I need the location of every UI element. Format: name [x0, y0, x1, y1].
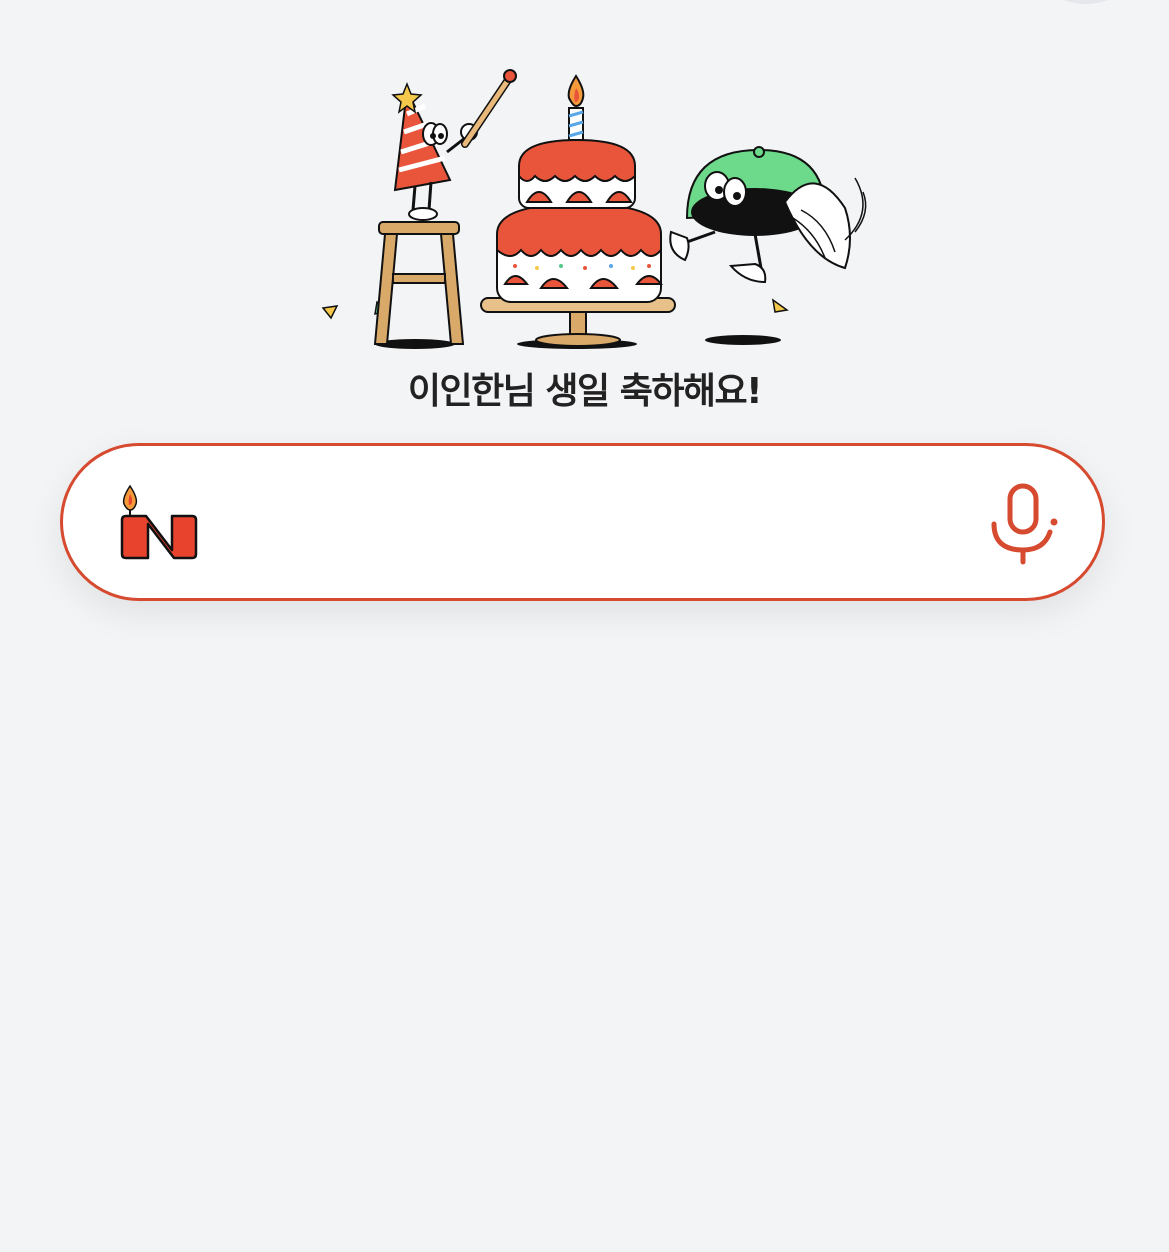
- party-hat-character: [391, 69, 517, 221]
- confetti-yellow-right: [771, 298, 789, 313]
- microphone-icon[interactable]: [988, 482, 1062, 568]
- birthday-illustration: [321, 69, 867, 349]
- birthday-greeting: 이인한님 생일 축하해요!: [407, 371, 763, 412]
- cake-icon: [480, 74, 676, 347]
- search-input[interactable]: [223, 481, 967, 563]
- page: 이인한님 생일 축하해요!: [0, 0, 1169, 1252]
- green-character: [669, 146, 867, 284]
- search-box[interactable]: [60, 443, 1105, 601]
- stool: [373, 221, 465, 345]
- confetti-yellow-left: [321, 305, 339, 320]
- naver-logo-icon[interactable]: [118, 464, 200, 564]
- avatar[interactable]: [1041, 0, 1131, 4]
